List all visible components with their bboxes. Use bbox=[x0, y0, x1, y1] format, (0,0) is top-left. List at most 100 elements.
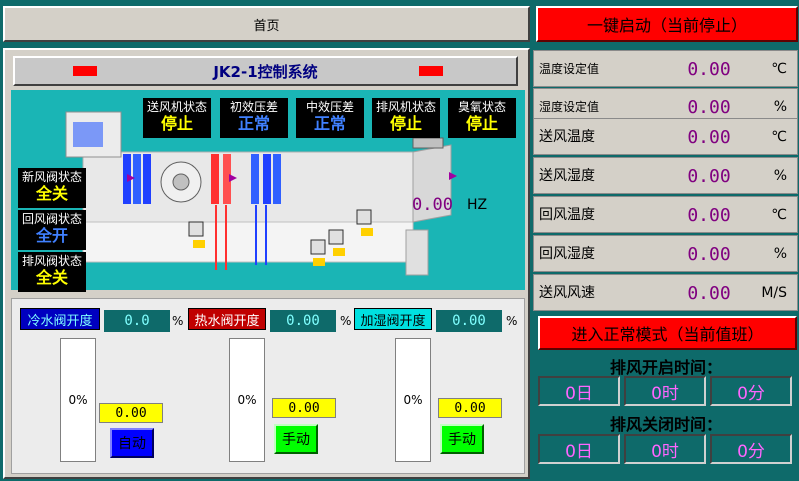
exhaust-off-hour[interactable]: 0时 bbox=[624, 434, 706, 464]
reading-label: 送风温度 bbox=[539, 129, 595, 145]
reading-unit: % bbox=[773, 246, 787, 262]
reading-row-supply-air-speed: 送风风速 0.00 M/S bbox=[533, 274, 798, 311]
frequency-readout: 0.00 HZ bbox=[412, 194, 502, 216]
cold-water-valve-value-text: 0.0 bbox=[124, 313, 150, 329]
medium-filter-status: 中效压差 正常 bbox=[296, 98, 364, 138]
reading-label: 回风湿度 bbox=[539, 246, 595, 262]
reading-row-return-humidity: 回风湿度 0.00 % bbox=[533, 235, 798, 272]
exhaust-on-title: 排风开启时间： bbox=[609, 358, 722, 377]
exhaust-damper-value: 全关 bbox=[35, 267, 68, 287]
exhaust-on-minute[interactable]: 0分 bbox=[710, 376, 792, 406]
reading-unit: ℃ bbox=[771, 129, 787, 145]
one-key-start-label: 一键启动（当前停止） bbox=[586, 16, 747, 35]
exhaust-damper-status: 排风阀状态 全关 bbox=[18, 252, 86, 292]
humidifier-valve-mode-button[interactable]: 手动 bbox=[440, 424, 484, 454]
exhaust-fan-status-label: 排风机状态 bbox=[375, 100, 436, 114]
humidifier-valve-value-text: 0.00 bbox=[452, 313, 486, 329]
exhaust-on-minute-text: 0分 bbox=[737, 383, 765, 404]
normal-mode-button[interactable]: 进入正常模式（当前值班） bbox=[538, 316, 797, 350]
reading-label: 温度设定值 bbox=[539, 62, 600, 76]
humidifier-valve-mode-text: 手动 bbox=[448, 432, 476, 448]
return-air-damper-value: 全开 bbox=[35, 225, 68, 245]
medium-filter-status-value: 正常 bbox=[313, 113, 346, 133]
reading-unit: M/S bbox=[761, 285, 787, 301]
frequency-value: 0.00 bbox=[412, 195, 453, 215]
hot-water-valve-mode-text: 手动 bbox=[282, 432, 310, 448]
exhaust-damper-label: 排风阀状态 bbox=[21, 254, 82, 268]
hot-water-valve-setpoint[interactable]: 0.00 bbox=[272, 398, 336, 418]
cold-water-valve-label-text: 冷水阀开度 bbox=[27, 313, 93, 329]
humidifier-valve-label: 加湿阀开度 bbox=[354, 308, 432, 330]
hot-water-valve-mode-button[interactable]: 手动 bbox=[274, 424, 318, 454]
one-key-start-button[interactable]: 一键启动（当前停止） bbox=[536, 6, 798, 42]
hot-water-valve-bar: 0% bbox=[229, 338, 265, 462]
exhaust-off-day[interactable]: 0日 bbox=[538, 434, 620, 464]
reading-value: 0.00 bbox=[687, 283, 731, 304]
exhaust-off-day-text: 0日 bbox=[565, 441, 593, 462]
reading-row-supply-humidity: 送风湿度 0.00 % bbox=[533, 157, 798, 194]
reading-unit: ℃ bbox=[771, 207, 787, 223]
frequency-unit: HZ bbox=[466, 197, 488, 213]
hot-water-valve-label-text: 热水阀开度 bbox=[194, 313, 260, 329]
cold-water-valve-mode-text: 自动 bbox=[118, 436, 146, 452]
reading-row-supply-temp: 送风温度 0.00 ℃ bbox=[533, 118, 798, 155]
humidifier-valve-setpoint-text: 0.00 bbox=[454, 400, 486, 416]
reading-unit: % bbox=[773, 168, 787, 184]
exhaust-off-minute-text: 0分 bbox=[737, 441, 765, 462]
supply-fan-status-value: 停止 bbox=[160, 113, 193, 133]
humidifier-valve-value: 0.00 bbox=[436, 310, 502, 332]
reading-row-temp-setpoint: 温度设定值 0.00 ℃ bbox=[533, 50, 798, 87]
exhaust-off-minute[interactable]: 0分 bbox=[710, 434, 792, 464]
page-title: JK2-1控制系统 bbox=[213, 62, 318, 81]
home-button[interactable]: 首页 bbox=[3, 6, 530, 42]
return-air-damper-status: 回风阀状态 全开 bbox=[18, 210, 86, 250]
hot-water-valve-label: 热水阀开度 bbox=[188, 308, 266, 330]
exhaust-on-day[interactable]: 0日 bbox=[538, 376, 620, 406]
humidifier-valve-label-text: 加湿阀开度 bbox=[360, 313, 426, 329]
humidifier-valve-bar: 0% bbox=[395, 338, 431, 462]
reading-value[interactable]: 0.00 bbox=[674, 51, 744, 88]
cold-water-valve-value: 0.0 bbox=[104, 310, 170, 332]
home-label: 首页 bbox=[253, 18, 280, 34]
reading-row-return-temp: 回风温度 0.00 ℃ bbox=[533, 196, 798, 233]
hot-water-valve-value: 0.00 bbox=[270, 310, 336, 332]
reading-label: 送风湿度 bbox=[539, 168, 595, 184]
exhaust-fan-status-value: 停止 bbox=[389, 113, 422, 133]
medium-filter-status-label: 中效压差 bbox=[305, 100, 354, 114]
reading-label: 回风温度 bbox=[539, 207, 595, 223]
primary-filter-status-label: 初效压差 bbox=[229, 100, 278, 114]
reading-unit: ℃ bbox=[771, 61, 787, 77]
exhaust-off-hour-text: 0时 bbox=[651, 441, 679, 462]
exhaust-fan-status: 排风机状态 停止 bbox=[372, 98, 440, 138]
fresh-air-damper-value: 全关 bbox=[35, 183, 68, 203]
reading-value: 0.00 bbox=[687, 127, 731, 148]
ozone-status-label: 臭氧状态 bbox=[457, 100, 506, 114]
humidifier-valve-setpoint[interactable]: 0.00 bbox=[438, 398, 502, 418]
ozone-status: 臭氧状态 停止 bbox=[448, 98, 516, 138]
hot-water-valve-setpoint-text: 0.00 bbox=[288, 400, 320, 416]
exhaust-on-hour[interactable]: 0时 bbox=[624, 376, 706, 406]
exhaust-off-title: 排风关闭时间： bbox=[609, 415, 722, 434]
exhaust-on-hour-text: 0时 bbox=[651, 383, 679, 404]
indicator-right bbox=[419, 66, 443, 76]
fresh-air-damper-label: 新风阀状态 bbox=[21, 170, 82, 184]
cold-water-valve-setpoint-text: 0.00 bbox=[115, 405, 147, 421]
fresh-air-damper-status: 新风阀状态 全关 bbox=[18, 168, 86, 208]
reading-label: 送风风速 bbox=[539, 285, 595, 301]
cold-water-valve-bar-text: 0% bbox=[68, 393, 88, 407]
cold-water-valve-bar: 0% bbox=[60, 338, 96, 462]
reading-value: 0.00 bbox=[687, 205, 731, 226]
cold-water-valve-unit: % bbox=[172, 314, 184, 328]
ozone-status-value: 停止 bbox=[465, 113, 498, 133]
hot-water-valve-unit: % bbox=[340, 314, 352, 328]
hot-water-valve-value-text: 0.00 bbox=[286, 313, 320, 329]
cold-water-valve-setpoint[interactable]: 0.00 bbox=[99, 403, 163, 423]
primary-filter-status-value: 正常 bbox=[237, 113, 270, 133]
hot-water-valve-bar-text: 0% bbox=[237, 393, 257, 407]
humidifier-valve-unit: % bbox=[506, 314, 518, 328]
return-air-damper-label: 回风阀状态 bbox=[21, 212, 82, 226]
reading-value: 0.00 bbox=[687, 244, 731, 265]
cold-water-valve-mode-button[interactable]: 自动 bbox=[110, 428, 154, 458]
reading-value: 0.00 bbox=[687, 166, 731, 187]
primary-filter-status: 初效压差 正常 bbox=[220, 98, 288, 138]
